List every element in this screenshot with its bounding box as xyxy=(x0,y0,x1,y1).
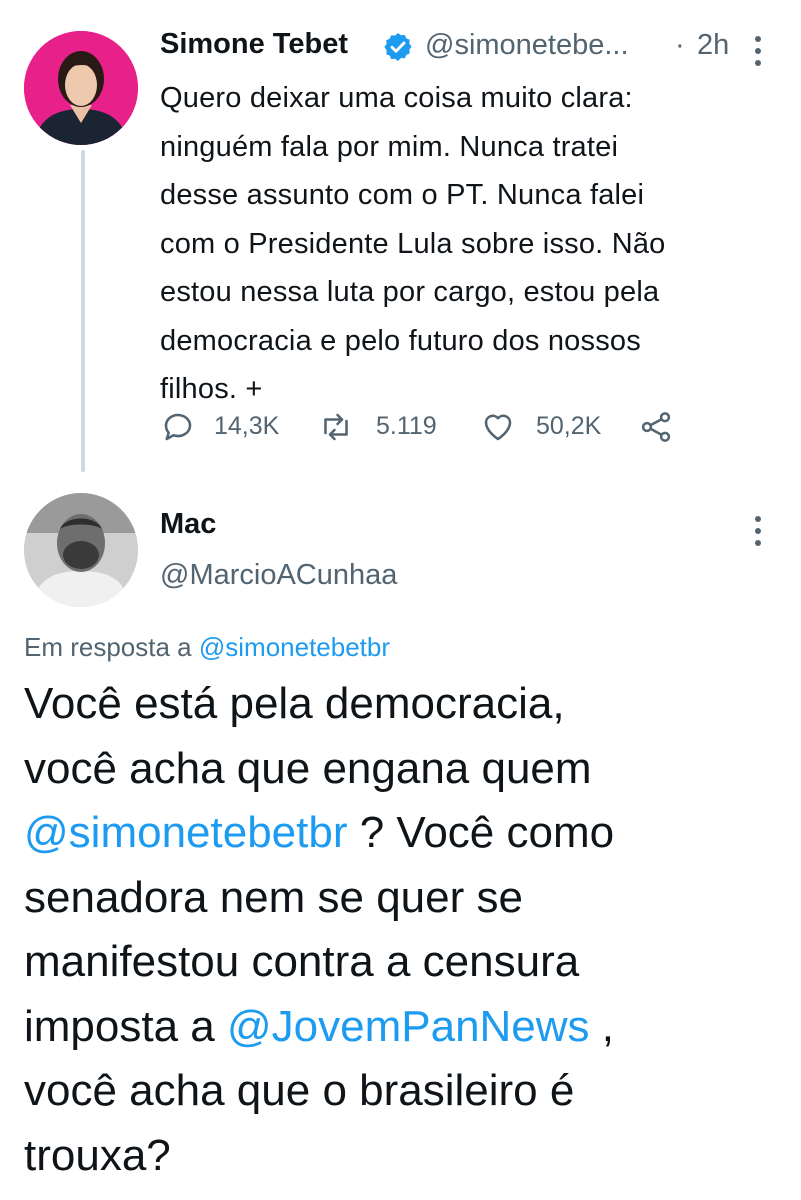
tweet-text: Quero deixar uma coisa muito clara: ning… xyxy=(160,74,760,414)
tweet-timestamp[interactable]: 2h xyxy=(697,29,729,62)
reply-context-prefix: Em resposta a xyxy=(24,632,192,662)
retweet-count: 5.119 xyxy=(376,412,437,440)
reply-text-fragment: imposta a xyxy=(24,1001,227,1051)
reply-tweet-text: Você está pela democracia, você acha que… xyxy=(24,672,784,1188)
tweet-text-line: com o Presidente Lula sobre isso. Não xyxy=(160,227,666,260)
author-handle[interactable]: @simonetebe... xyxy=(425,29,629,62)
reply-text-line: você acha que engana quem xyxy=(24,743,592,793)
mention-link[interactable]: @JovemPanNews xyxy=(227,1002,590,1051)
avatar-mac[interactable] xyxy=(24,493,138,607)
reply-text-fragment: , xyxy=(589,1001,615,1051)
reply-text-line: @simonetebetbr ? Você como xyxy=(24,801,784,866)
share-icon[interactable] xyxy=(638,409,674,445)
tweet-text-line: filhos. + xyxy=(160,373,263,405)
tweet-text-line: estou nessa luta por cargo, estou pela xyxy=(160,276,660,308)
reply-text-fragment: ? Você como xyxy=(347,808,615,857)
tweet-text-line: Quero deixar uma coisa muito clara: xyxy=(160,82,633,114)
retweet-icon[interactable] xyxy=(318,409,354,445)
reply-text-line: imposta a @JovemPanNews , xyxy=(24,995,784,1060)
reply-context: Em resposta a @simonetebetbr xyxy=(24,632,390,663)
tweet-text-line: desse assunto com o PT. Nunca falei xyxy=(160,179,645,211)
tweet-text-line: ninguém fala por mim. Nunca tratei xyxy=(160,130,619,163)
author-name[interactable]: Mac xyxy=(160,508,216,541)
meta-separator: · xyxy=(675,29,685,61)
reply-text-line: trouxa? xyxy=(24,1130,171,1180)
verified-badge-icon xyxy=(384,33,412,61)
reply-text-line: manifestou contra a censura xyxy=(24,937,580,986)
thread-connector-line xyxy=(81,150,85,472)
reply-context-mention-link[interactable]: @simonetebetbr xyxy=(199,632,390,662)
more-options-icon[interactable] xyxy=(752,514,764,548)
tweet-text-line: democracia e pelo futuro dos nossos xyxy=(160,324,641,357)
like-icon[interactable] xyxy=(480,409,516,445)
reply-count: 14,3K xyxy=(214,412,280,440)
reply-text-line: Você está pela democracia, xyxy=(24,679,565,728)
author-name[interactable]: Simone Tebet xyxy=(160,28,348,61)
reply-icon[interactable] xyxy=(160,409,196,445)
more-options-icon[interactable] xyxy=(752,34,764,68)
reply-text-line: você acha que o brasileiro é xyxy=(24,1066,575,1115)
reply-text-line: senadora nem se quer se xyxy=(24,872,523,922)
author-handle[interactable]: @MarcioACunhaa xyxy=(160,559,397,592)
like-count: 50,2K xyxy=(536,412,602,440)
avatar-simone-tebet[interactable] xyxy=(24,31,138,145)
mention-link[interactable]: @simonetebetbr xyxy=(24,808,348,857)
